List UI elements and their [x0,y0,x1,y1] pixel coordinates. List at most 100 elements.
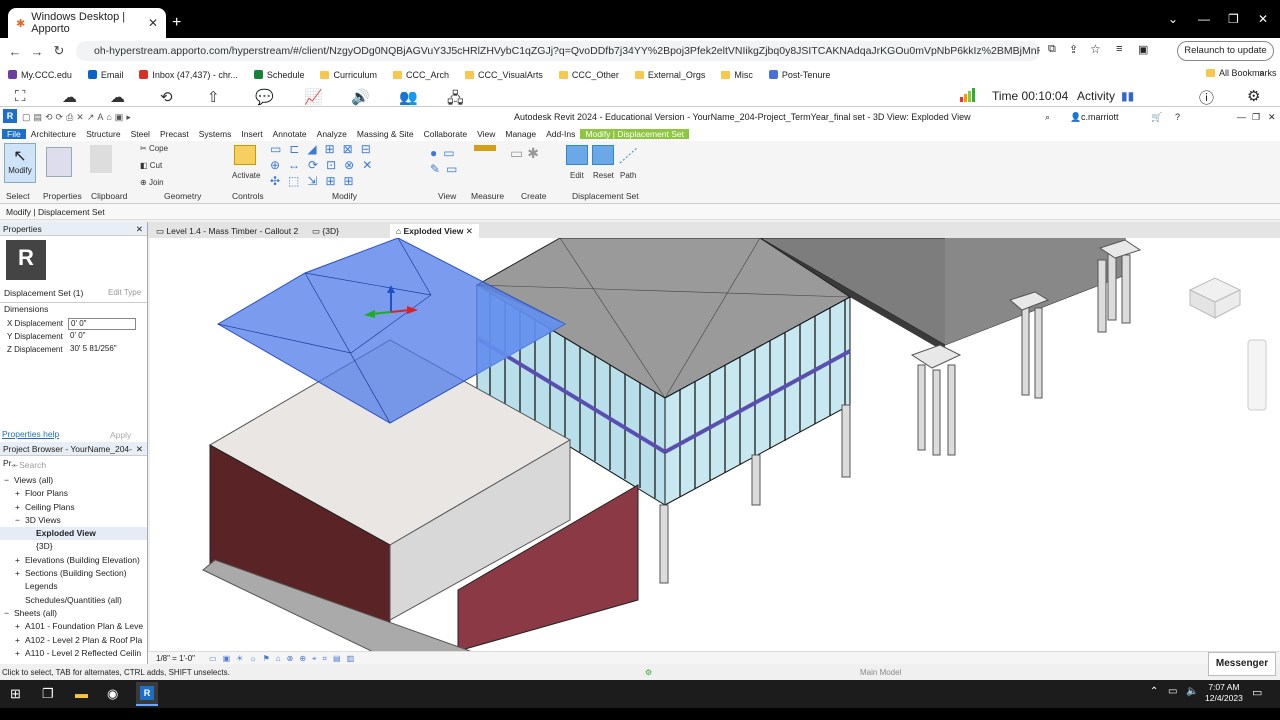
revit-minimize-icon[interactable]: — [1237,109,1246,125]
view-control-icons[interactable]: ▭▣☀☼⚑⌂⊗⊕⌖⌗▤▥ [209,654,360,663]
browser-tree-item[interactable]: − Sheets (all) [0,607,147,620]
ribbon-tab[interactable]: Systems [194,129,237,139]
refresh-icon[interactable]: ⟲ [160,88,173,106]
browser-tree-item[interactable]: + Elevations (Building Elevation) [0,554,147,567]
paste-icon[interactable] [90,145,112,173]
task-view-icon[interactable]: ❐ [42,686,54,702]
cope-button[interactable]: ✂ Cope [140,144,168,153]
relaunch-button[interactable]: Relaunch to update [1177,41,1274,61]
ribbon-tab[interactable]: View [472,129,500,139]
view-tab-callout[interactable]: ▭ Level 1.4 - Mass Timber - Callout 2 [150,224,304,238]
browser-tree-item[interactable]: + Floor Plans [0,487,147,500]
revit-logo-icon[interactable]: R [3,109,17,123]
bookmark-item[interactable]: Post-Tenure [768,70,830,80]
join-button[interactable]: ⊕ Join [140,178,164,187]
bookmark-item[interactable]: CCC_Arch [392,70,449,80]
forward-icon[interactable]: → [26,44,48,59]
browser-tree-item[interactable]: {3D} [0,540,147,553]
property-value[interactable]: 0' 0" [68,318,136,330]
ribbon-tab[interactable]: Collaborate [419,129,472,139]
3d-viewport[interactable] [150,238,1280,651]
navigation-bar[interactable] [1247,339,1267,411]
ribbon-tab[interactable]: Manage [500,129,541,139]
user-name[interactable]: c.marriott [1081,109,1119,125]
bookmark-item[interactable]: Curriculum [320,70,377,80]
settings-gear-icon[interactable]: ⚙ [1247,87,1260,105]
reload-icon[interactable]: ↻ [48,43,70,59]
quick-access-toolbar[interactable]: ▢▤⟲⟳⎙✕↗A⌂▣▸ [22,109,134,125]
clock[interactable]: 7:07 AM 12/4/2023 [1205,682,1243,704]
close-view-tab-icon[interactable]: ✕ [466,226,473,236]
expand-icon[interactable]: + [15,487,25,500]
tray-chevron-icon[interactable]: ⌃ [1150,686,1158,697]
url-bar[interactable]: oh-hyperstream.apporto.com/hyperstream/#… [76,41,1040,61]
scale-selector[interactable]: 1/8" = 1'-0" [156,654,195,663]
expand-icon[interactable]: + [15,567,25,580]
browser-tree-item[interactable]: Exploded View [0,527,147,541]
ribbon-tab[interactable]: Modify | Displacement Set [580,129,689,139]
measure-icon[interactable] [474,145,496,151]
close-properties-icon[interactable]: ✕ [136,222,143,236]
search-binoculars-icon[interactable]: ⌕ [1045,109,1050,125]
activate-icon[interactable] [234,145,256,165]
users-icon[interactable]: 👥 [399,88,418,106]
chat-icon[interactable]: 💬 [255,88,274,106]
viewcube-icon[interactable] [1188,277,1242,319]
path-button[interactable]: Path [620,171,636,180]
properties-help-link[interactable]: Properties help [2,429,59,439]
apply-button[interactable]: Apply [110,430,131,440]
ribbon-tab[interactable]: Steel [126,129,155,139]
volume-icon[interactable]: 🔊 [351,88,370,106]
bookmark-item[interactable]: Inbox (47,437) - chr... [139,70,238,80]
fullscreen-icon[interactable]: ⛶ [15,88,26,105]
chrome-icon[interactable]: ◉ [107,686,118,702]
close-browser-icon[interactable]: ✕ [136,442,143,456]
bookmark-item[interactable]: CCC_VisualArts [464,70,543,80]
browser-tree-item[interactable]: − Views (all) [0,474,147,487]
expand-icon[interactable]: + [15,634,25,647]
back-icon[interactable]: ← [4,44,26,59]
view-tools-icons[interactable]: ●▭ ✎▭ [430,145,463,177]
revit-taskbar-icon[interactable]: R [136,682,158,706]
browser-tree-item[interactable]: Schedules/Quantities (all) [0,594,147,607]
path-icon[interactable] [618,145,640,165]
properties-tool-icon[interactable] [46,147,72,177]
main-model-selector[interactable]: Main Model [860,665,901,680]
reset-button[interactable]: Reset [593,171,614,180]
ribbon-tab[interactable]: Add-Ins [541,129,580,139]
close-window-icon[interactable]: ✕ [1258,12,1268,26]
tab-search-icon[interactable]: ⌄ [1168,12,1178,26]
expand-icon[interactable]: + [15,501,25,514]
bookmark-item[interactable]: CCC_Other [558,70,619,80]
expand-icon[interactable]: + [15,554,25,567]
group-select[interactable]: Select [6,191,30,201]
property-value[interactable]: 0' 0" [68,331,136,343]
browser-tree-item[interactable]: −3D Views [0,514,147,527]
expand-icon[interactable]: + [15,620,25,633]
browser-tab[interactable]: ✱ Windows Desktop | Apporto ✕ [8,8,166,38]
bookmark-star-icon[interactable]: ☆ [1090,42,1101,56]
collapse-icon[interactable]: − [4,474,14,487]
minimize-icon[interactable]: — [1198,12,1210,26]
cart-icon[interactable]: 🛒 [1151,109,1162,125]
help-icon[interactable]: ⓘ [1199,87,1214,108]
download-cloud-icon[interactable]: ☁ [110,88,125,106]
expand-icon[interactable]: + [15,647,25,660]
windows-start-icon[interactable]: ⊞ [10,686,21,702]
ribbon-tab[interactable]: Architecture [26,129,81,139]
browser-tree-item[interactable]: + A110 - Level 2 Reflected Ceilin [0,647,147,660]
ribbon-tab[interactable]: Massing & Site [352,129,419,139]
browser-tree-item[interactable]: + Ceiling Plans [0,501,147,514]
revit-restore-icon[interactable]: ❐ [1252,109,1260,125]
ribbon-tab[interactable]: Precast [155,129,194,139]
worksets-icon[interactable]: ⚙ [645,665,652,680]
all-bookmarks-button[interactable]: All Bookmarks [1206,68,1277,78]
ribbon-tab[interactable]: File [2,129,26,139]
modify-tool-button[interactable]: ↖ Modify [4,143,36,183]
bookmark-item[interactable]: External_Orgs [634,70,705,80]
browser-tree-item[interactable]: + A102 - Level 2 Plan & Roof Pla [0,634,147,647]
side-panel-icon[interactable]: ▣ [1138,43,1148,56]
edit-displacement-icon[interactable] [566,145,588,165]
messenger-button[interactable]: Messenger [1208,652,1276,676]
browser-search[interactable]: ⌕ Search [0,456,147,474]
